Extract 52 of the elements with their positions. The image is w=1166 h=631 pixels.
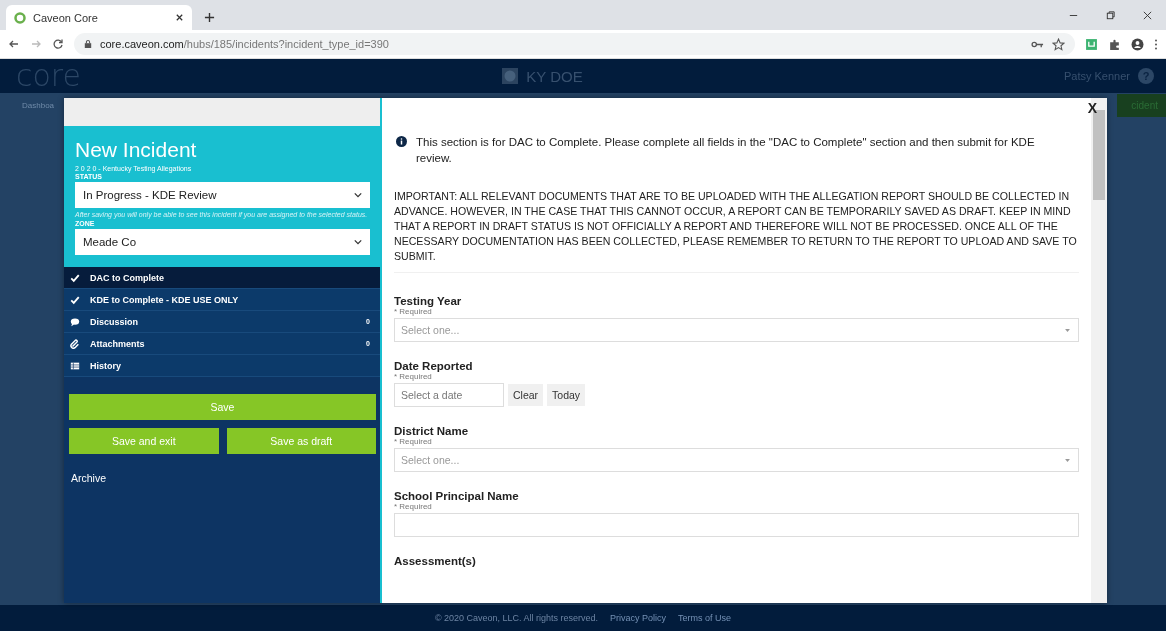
caret-down-icon (1065, 328, 1070, 332)
clear-button[interactable]: Clear (508, 384, 544, 406)
chevron-down-icon (354, 239, 362, 245)
star-icon[interactable] (1052, 37, 1065, 51)
lock-icon (84, 39, 92, 49)
required-note: * Required (394, 502, 433, 511)
archive-link[interactable]: Archive (69, 462, 376, 484)
profile-icon[interactable] (1131, 37, 1144, 51)
check-icon (70, 272, 80, 283)
privacy-policy-link[interactable]: Privacy Policy (610, 613, 667, 623)
check-icon (70, 294, 80, 305)
puzzle-icon[interactable] (1108, 37, 1121, 51)
required-note: * Required (394, 437, 433, 446)
speech-bubble-icon (70, 316, 80, 327)
terms-of-use-link[interactable]: Terms of Use (678, 613, 732, 623)
menu-icon[interactable] (1154, 37, 1158, 51)
field-label: Date Reported (394, 360, 474, 372)
extension-icon[interactable] (1085, 37, 1098, 51)
status-select[interactable]: In Progress - KDE Review (75, 182, 370, 208)
close-icon[interactable] (1142, 10, 1153, 21)
back-icon[interactable] (8, 38, 20, 50)
required-note: * Required (394, 372, 433, 381)
chevron-down-icon (354, 192, 362, 198)
browser-tab[interactable]: Caveon Core (6, 5, 192, 30)
sidebar-item[interactable]: KDE to Complete - KDE USE ONLY (64, 289, 380, 311)
field-label: School Principal Name (394, 490, 520, 502)
info-message: This section is for DAC to Complete. Please complete all fields in the "DAC to Complete" section and then submit for KDE review. (416, 135, 1036, 166)
field-label: Testing Year (394, 295, 463, 307)
modal-title: New Incident (74, 138, 198, 162)
reload-icon[interactable] (52, 38, 64, 50)
info-icon (396, 136, 407, 147)
date-field[interactable]: Select a date (394, 383, 504, 407)
caret-down-icon (1065, 458, 1070, 462)
sidebar-item[interactable]: DAC to Complete (64, 267, 380, 289)
zone-select[interactable]: Meade Co (75, 229, 370, 255)
new-tab-icon[interactable] (204, 12, 215, 23)
restore-icon[interactable] (1105, 10, 1116, 21)
important-notice: IMPORTANT: ALL RELEVANT DOCUMENTS THAT ARE TO BE UPLOADED WITH THE ALLEGATION REPORT SHOULD BE COLLECTED IN ADVANCE. HOWEVER, IN THE CASE THAT THIS CANNOT OCCUR, A REPORT CAN BE TEMPORARILY SAVED AS DRAFT. KEEP IN MIND THAT A REPORT IN DRAFT STATUS IS NOT OFFICIALLY A REPORT AND THEREFORE WILL NOT BE PROCESSED. ONCE ALL OF THE NECESSARY DOCUMENTATION HAS BEEN COLLECTED, PLEASE REMEMBER TO RETURN TO THE REPORT TO UPLOAD AND SAVE TO SUBMIT. (394, 189, 1079, 273)
close-icon[interactable] (175, 13, 184, 22)
sidebar-item[interactable]: History (64, 355, 380, 377)
url-text: core.caveon.com/hubs/185/incidents?incident_type_id=390 (100, 38, 389, 50)
close-button[interactable]: X (1087, 100, 1097, 116)
paperclip-icon (70, 338, 80, 349)
address-bar[interactable]: core.caveon.com/hubs/185/incidents?incident_type_id=390 (74, 33, 1075, 55)
list-icon (70, 360, 80, 371)
logo-icon (14, 11, 26, 24)
today-button[interactable]: Today (547, 384, 586, 406)
required-note: * Required (394, 307, 433, 316)
field-label: District Name (394, 425, 470, 437)
copyright-text: © 2020 Caveon, LLC. All rights reserved. (434, 613, 599, 623)
field-label: Assessment(s) (394, 555, 477, 567)
state-seal-icon (502, 68, 519, 84)
